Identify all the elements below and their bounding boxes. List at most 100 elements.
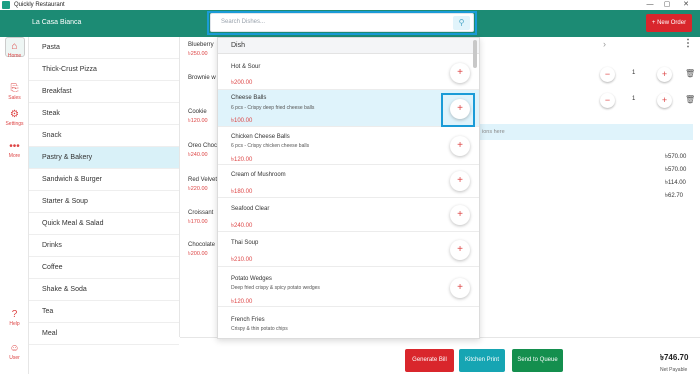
net-payable-amount: ৳746.70: [660, 353, 689, 362]
decrease-qty-button[interactable]: −: [600, 67, 615, 82]
kebab-menu-icon[interactable]: ⋮: [683, 38, 693, 49]
category-item[interactable]: Meal: [29, 323, 179, 345]
dish-result[interactable]: French Fries Crispy & thin potato chips: [218, 307, 479, 338]
user-icon: ☺: [9, 343, 20, 354]
dish-price: ৳100.00: [231, 118, 253, 124]
rail-sales[interactable]: ⎘ Sales: [0, 83, 29, 101]
chevron-right-icon[interactable]: ›: [603, 39, 606, 49]
product-card[interactable]: Brownie w: [188, 75, 216, 84]
rail-home[interactable]: ⌂ Home: [0, 41, 29, 59]
category-item-active[interactable]: Pastry & Bakery: [29, 147, 179, 169]
category-item[interactable]: Quick Meal & Salad: [29, 213, 179, 235]
dish-result[interactable]: Seafood Clear ৳240.00 +: [218, 198, 479, 232]
rail-more[interactable]: ••• More: [0, 141, 29, 159]
home-icon: ⌂: [11, 41, 18, 52]
add-dish-button[interactable]: +: [450, 240, 470, 260]
rail-label-settings: Settings: [5, 121, 24, 127]
category-list: Pasta Thick-Crust Pizza Breakfast Steak …: [29, 37, 180, 345]
add-button-highlight: [441, 93, 475, 127]
product-name: Cookie: [188, 109, 207, 115]
dish-name: Potato Wedges: [231, 276, 272, 282]
category-item[interactable]: Coffee: [29, 257, 179, 279]
decrease-qty-button[interactable]: −: [600, 93, 615, 108]
rail-label-sales: Sales: [8, 95, 21, 101]
dish-result[interactable]: Thai Soup ৳210.00 +: [218, 232, 479, 267]
product-name: Red Velvet: [188, 177, 218, 183]
dish-description: Deep fried crispy & spicy potato wedges: [231, 285, 320, 291]
add-dish-button[interactable]: +: [450, 136, 470, 156]
minimize-button[interactable]: —: [644, 0, 656, 10]
product-price: ৳220.00: [188, 186, 208, 192]
dish-result[interactable]: Cream of Mushroom ৳180.00 +: [218, 165, 479, 198]
sales-icon: ⎘: [10, 83, 19, 94]
dish-price: ৳240.00: [231, 223, 253, 229]
dish-name: Chicken Cheese Balls: [231, 134, 290, 140]
tax-value: ৳114.00: [665, 180, 686, 186]
instructions-placeholder: ions here: [482, 129, 505, 135]
send-to-queue-button[interactable]: Send to Queue: [512, 349, 563, 372]
close-window-button[interactable]: ✕: [680, 0, 692, 10]
dish-description: 6 pcs - Crispy deep fried cheese balls: [231, 105, 315, 111]
dish-result[interactable]: Chicken Cheese Balls 6 pcs - Crispy chic…: [218, 127, 479, 165]
dish-name: French Fries: [231, 317, 265, 323]
dropdown-scrollbar[interactable]: [473, 40, 477, 68]
category-item[interactable]: Shake & Soda: [29, 279, 179, 301]
store-name: La Casa Bianca: [32, 19, 82, 26]
category-item[interactable]: Sandwich & Burger: [29, 169, 179, 191]
category-item[interactable]: Breakfast: [29, 81, 179, 103]
qty-value: 1: [632, 70, 636, 76]
product-name: Croissant: [188, 210, 214, 216]
category-item[interactable]: Thick-Crust Pizza: [29, 59, 179, 81]
dish-result[interactable]: Potato Wedges Deep fried crispy & spicy …: [218, 267, 479, 307]
window-title: Quickly Restaurant: [14, 2, 65, 8]
add-dish-button[interactable]: +: [450, 171, 470, 191]
product-card[interactable]: Oreo Choc ৳240.00: [188, 143, 217, 160]
generate-bill-button[interactable]: Generate Bill: [405, 349, 454, 372]
subtotal-value: ৳570.00: [665, 154, 687, 160]
rail-user[interactable]: ☺ User: [0, 343, 29, 361]
rail-label-home: Home: [7, 53, 22, 59]
product-name: Oreo Choc: [188, 143, 218, 149]
dish-name: Cream of Mushroom: [231, 172, 286, 178]
rail-help[interactable]: ? Help: [0, 309, 29, 327]
dish-description: 6 pcs - Crispy chicken cheese balls: [231, 143, 310, 149]
increase-qty-button[interactable]: +: [657, 93, 672, 108]
add-dish-button[interactable]: +: [450, 278, 470, 298]
category-item[interactable]: Starter & Soup: [29, 191, 179, 213]
category-item[interactable]: Tea: [29, 301, 179, 323]
increase-qty-button[interactable]: +: [657, 67, 672, 82]
title-bar: Quickly Restaurant — ▢ ✕: [0, 0, 700, 10]
more-icon: •••: [9, 141, 20, 152]
instructions-field[interactable]: ions here: [480, 124, 693, 140]
category-item[interactable]: Steak: [29, 103, 179, 125]
category-item[interactable]: Drinks: [29, 235, 179, 257]
rail-settings[interactable]: ⚙ Settings: [0, 109, 29, 127]
maximize-button[interactable]: ▢: [661, 0, 673, 10]
product-price: ৳120.00: [188, 118, 208, 124]
product-price: ৳170.00: [188, 219, 208, 225]
product-name: Chocolate: [188, 242, 216, 248]
category-item[interactable]: Pasta: [29, 37, 179, 59]
dish-result[interactable]: Hot & Sour ৳200.00 +: [218, 55, 479, 90]
dish-price: ৳120.00: [231, 299, 253, 305]
category-item[interactable]: Snack: [29, 125, 179, 147]
product-card[interactable]: Red Velvet ৳220.00: [188, 177, 217, 194]
rail-label-user: User: [9, 355, 20, 361]
product-card[interactable]: Blueberry ৳250.00: [188, 42, 214, 59]
kitchen-print-button[interactable]: Kitchen Print: [459, 349, 505, 372]
new-order-button[interactable]: + New Order: [646, 14, 692, 32]
add-dish-button[interactable]: +: [450, 63, 470, 83]
trash-icon[interactable]: 🗑: [685, 95, 695, 104]
search-highlight: [207, 11, 477, 35]
net-payable: ৳746.70 Net Payable: [660, 352, 688, 373]
add-dish-button[interactable]: +: [450, 205, 470, 225]
product-grid: Blueberry ৳250.00 Brownie w Cookie ৳120.00…: [180, 37, 218, 337]
product-price: ৳240.00: [188, 152, 208, 158]
product-name: Brownie w: [188, 75, 216, 81]
product-card[interactable]: Chocolate ৳200.00: [188, 242, 215, 259]
net-payable-label: Net Payable: [660, 367, 688, 373]
trash-icon[interactable]: 🗑: [685, 69, 695, 78]
product-card[interactable]: Croissant ৳170.00: [188, 210, 213, 227]
product-card[interactable]: Cookie ৳120.00: [188, 109, 208, 126]
charge-value: ৳62.70: [665, 193, 684, 199]
